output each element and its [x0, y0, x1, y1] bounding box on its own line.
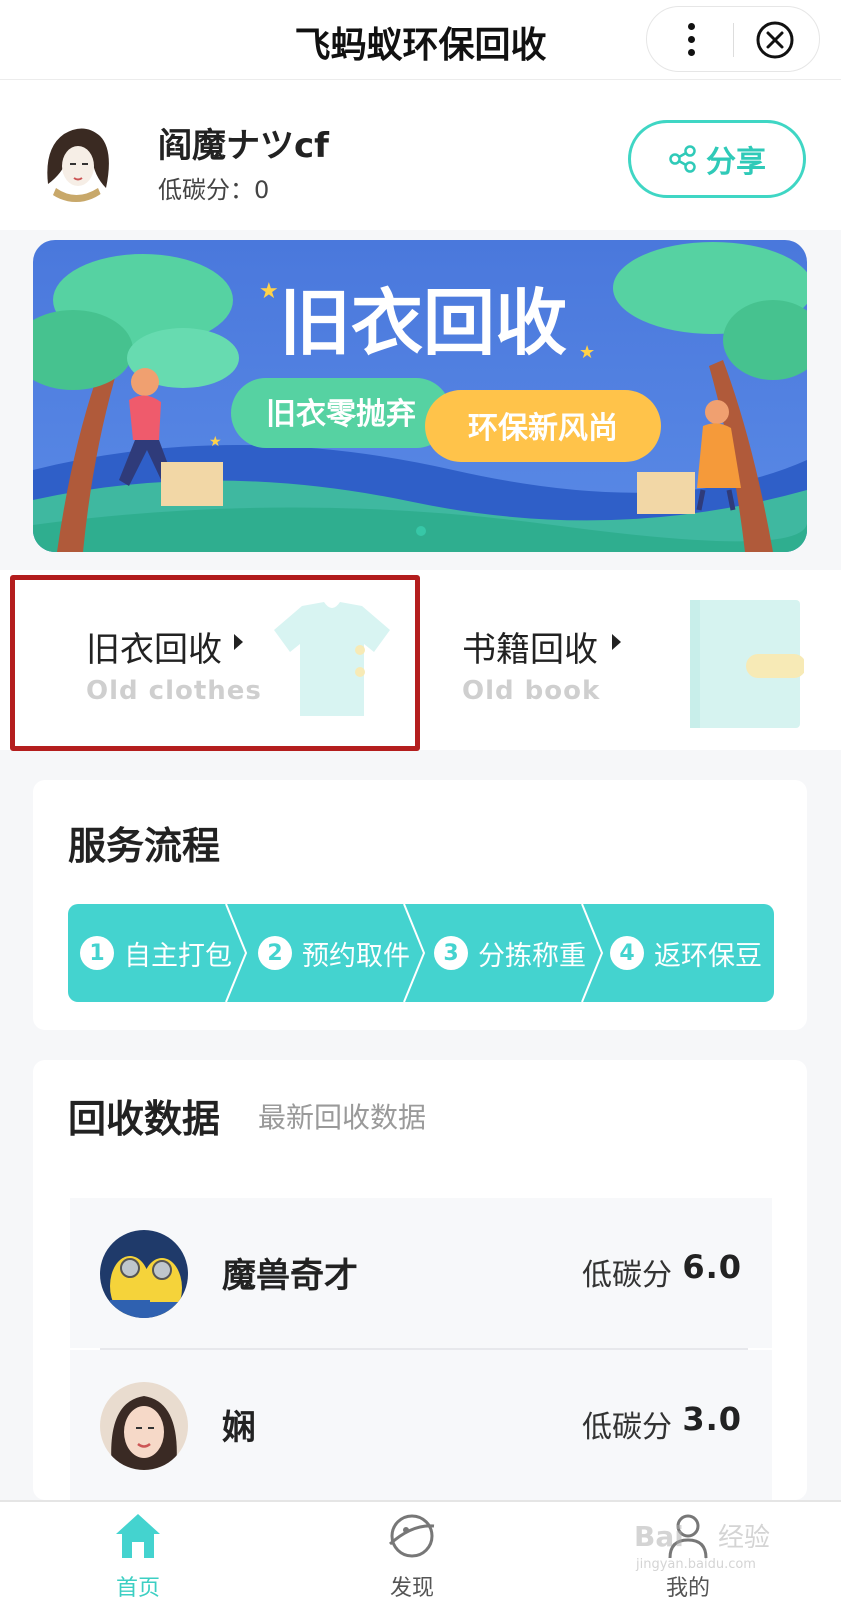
flow-step: 3 分拣称重 — [434, 904, 586, 1002]
tab-discover[interactable]: 发现 — [352, 1502, 472, 1600]
banner-slogan-right: 环保新风尚 — [468, 411, 618, 446]
avatar — [100, 1382, 188, 1470]
category-subtitle: Old book — [462, 676, 601, 706]
caret-right-icon — [612, 634, 621, 650]
category-name: 书籍回收 — [462, 630, 598, 670]
watermark-url: jingyan.baidu.com — [635, 1557, 756, 1572]
banner-slogan-left: 旧衣零抛弃 — [266, 397, 416, 432]
svg-text:★: ★ — [209, 434, 222, 450]
share-label: 分享 — [706, 145, 766, 180]
user-name: 娴 — [222, 1408, 256, 1448]
planet-icon — [388, 1514, 435, 1558]
service-flow-title: 服务流程 — [68, 824, 221, 868]
score-value: 3.0 — [682, 1400, 742, 1438]
baidu-watermark: Bai 经验 jingyan.baidu.com — [634, 1516, 784, 1576]
avatar — [100, 1230, 188, 1318]
share-icon — [669, 145, 696, 173]
recycle-data-title: 回收数据 — [68, 1097, 221, 1141]
list-item[interactable]: 魔兽奇才 低碳分 6.0 — [70, 1198, 772, 1348]
tab-label: 发现 — [389, 1576, 434, 1600]
step-label: 预约取件 — [302, 940, 410, 972]
score-value: 6.0 — [682, 1248, 742, 1286]
highlight-annotation — [10, 575, 420, 751]
score-label: 低碳分 — [582, 1258, 672, 1293]
profile-header: 阎魔ナツcf 低碳分：0 分享 — [0, 80, 841, 230]
close-icon[interactable] — [755, 20, 795, 60]
svg-text:★: ★ — [579, 342, 595, 363]
more-icon[interactable] — [669, 17, 713, 61]
flow-step: 4 返环保豆 — [610, 904, 762, 1002]
flow-step: 2 预约取件 — [258, 904, 410, 1002]
banner-headline: 旧衣回收 — [279, 281, 567, 365]
banner-illustration: ★ ★ ★ 旧衣回收 旧衣零抛弃 环保新风尚 — [33, 240, 807, 552]
user-name: 魔兽奇才 — [222, 1256, 358, 1296]
title-bar: 飞蚂蚁环保回收 — [0, 0, 841, 80]
carbon-score-label: 低碳分： — [158, 176, 254, 204]
step-number: 3 — [434, 936, 468, 970]
step-label: 自主打包 — [124, 940, 232, 972]
carbon-score: 低碳分：0 — [158, 170, 269, 205]
step-number: 2 — [258, 936, 292, 970]
avatar[interactable] — [34, 118, 118, 202]
share-button[interactable]: 分享 — [628, 120, 806, 198]
tab-label: 首页 — [115, 1576, 160, 1600]
step-label: 分拣称重 — [478, 940, 586, 972]
watermark-brand-suffix: 经验 — [718, 1523, 770, 1553]
banner-indicator-dot[interactable] — [416, 526, 426, 536]
flow-step: 1 自主打包 — [80, 904, 232, 1002]
score-label: 低碳分 — [582, 1410, 672, 1445]
username: 阎魔ナツcf — [158, 126, 329, 166]
step-label: 返环保豆 — [654, 940, 762, 972]
mini-program-capsule — [646, 6, 820, 72]
list-item[interactable]: 娴 低碳分 3.0 — [70, 1350, 772, 1500]
step-number: 1 — [80, 936, 114, 970]
recycle-data-subtitle: 最新回收数据 — [258, 1101, 427, 1134]
book-icon — [690, 600, 804, 728]
carbon-score-value: 0 — [254, 176, 270, 204]
category-old-book[interactable]: 书籍回收 Old book — [420, 570, 841, 750]
step-number: 4 — [610, 936, 644, 970]
watermark-brand: Bai — [634, 1520, 684, 1553]
promo-banner[interactable]: ★ ★ ★ 旧衣回收 旧衣零抛弃 环保新风尚 — [33, 240, 807, 552]
capsule-divider — [733, 23, 734, 57]
home-icon — [116, 1514, 160, 1558]
service-flow-steps: 1 自主打包 2 预约取件 3 分拣称重 4 返环保豆 — [68, 904, 774, 1002]
tab-home[interactable]: 首页 — [78, 1502, 198, 1600]
svg-text:★: ★ — [259, 279, 279, 304]
